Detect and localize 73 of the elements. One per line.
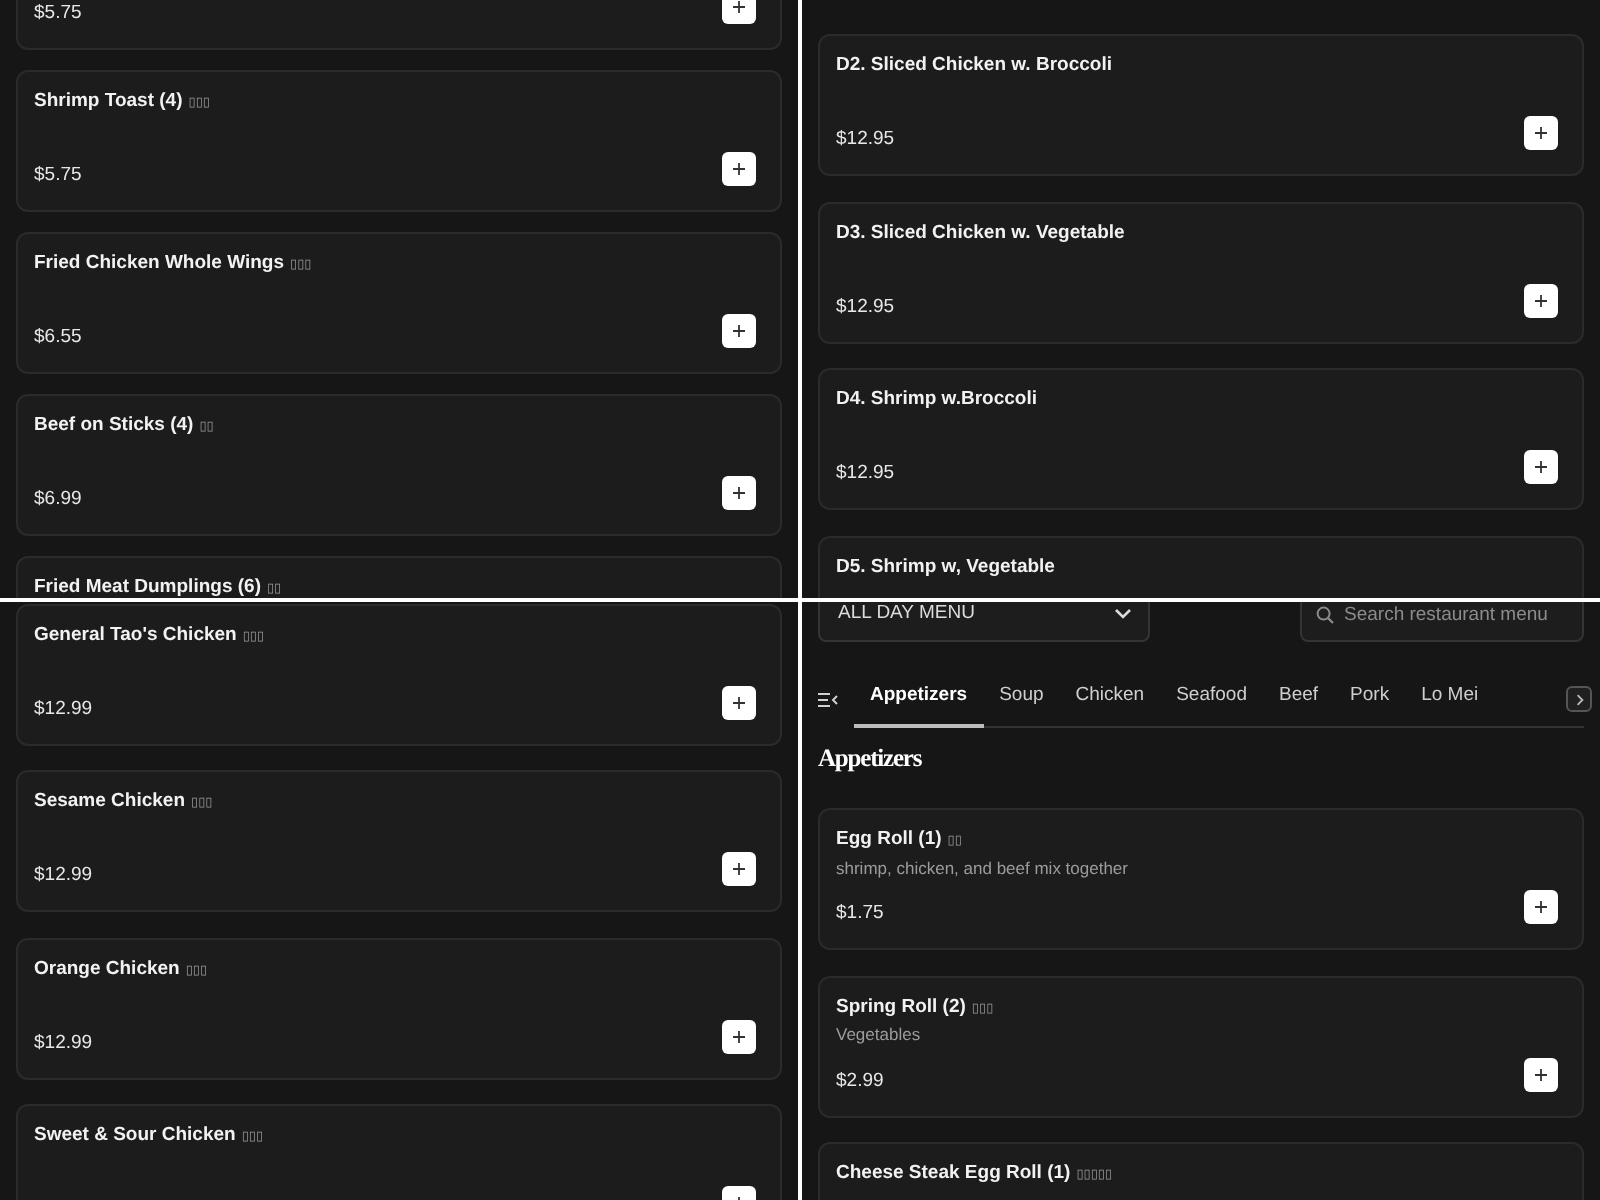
add-button[interactable] (722, 152, 756, 186)
item-name: Fried Chicken Whole Wings (34, 252, 285, 276)
plus-icon (1534, 1067, 1548, 1081)
category-tab[interactable]: Beef (1263, 670, 1335, 728)
item-name: Beef on Sticks (4) (34, 414, 194, 438)
item-price: $2.99 (836, 1069, 884, 1091)
plus-icon (732, 324, 746, 338)
item-name: Cheese Steak Egg Roll (1) (836, 1162, 1071, 1186)
chevron-down-icon (1114, 608, 1132, 620)
add-button[interactable] (722, 685, 756, 719)
item-description: Vegetables (836, 1024, 923, 1046)
menu-dropdown[interactable]: ALL DAY MENU (818, 602, 1150, 642)
section-title: Appetizers (818, 744, 924, 772)
add-button[interactable] (722, 852, 756, 886)
plus-icon (732, 486, 746, 500)
plus-icon (732, 695, 746, 709)
add-button[interactable] (1524, 116, 1558, 150)
search-icon (1316, 605, 1334, 623)
item-name: Shrimp Toast (4) (34, 90, 183, 114)
item-price: $12.95 (836, 462, 895, 484)
category-tab[interactable]: Pork (1334, 670, 1406, 728)
plus-icon (1534, 293, 1548, 307)
chevron-right-icon (1575, 693, 1583, 705)
item-name: Fried Meat Dumplings (6) (34, 576, 261, 598)
item-price: $6.99 (34, 488, 82, 510)
plus-icon (1534, 460, 1548, 474)
scroll-right-button[interactable] (1566, 686, 1592, 712)
add-button[interactable] (1524, 890, 1558, 924)
item-name: Sesame Chicken (34, 790, 186, 814)
item-price: $1.75 (836, 902, 884, 924)
item-description: shrimp, chicken, and beef mix together (836, 857, 1130, 879)
plus-icon (732, 0, 746, 14)
plus-icon (1534, 900, 1548, 914)
category-tab[interactable]: Seafood (1160, 670, 1263, 728)
add-button[interactable] (1524, 450, 1558, 484)
item-name: D2. Sliced Chicken w. Broccoli (836, 54, 1112, 78)
plus-icon (732, 162, 746, 176)
item-name: Egg Roll (1) (836, 828, 942, 852)
item-name: Orange Chicken (34, 957, 180, 981)
item-price: $12.95 (836, 295, 895, 317)
menu-item-card[interactable]: $5.75 (16, 0, 782, 50)
item-price: $12.99 (34, 1031, 93, 1053)
plus-icon (732, 1029, 746, 1043)
menu-icon[interactable] (818, 691, 838, 707)
item-price: $5.75 (34, 164, 82, 186)
add-button[interactable] (722, 314, 756, 348)
menu-item-card[interactable]: D3. Sliced Chicken w. Vegetable $12.95 (818, 201, 1584, 343)
add-button[interactable] (1524, 283, 1558, 317)
category-tab[interactable]: Lo Mei (1405, 670, 1495, 728)
item-price: $6.55 (34, 326, 82, 348)
category-tab[interactable]: Chicken (1059, 670, 1161, 728)
category-tab[interactable]: Soup (983, 670, 1060, 728)
item-price: $12.99 (34, 864, 93, 886)
item-name: D3. Sliced Chicken w. Vegetable (836, 221, 1125, 245)
item-price: $12.95 (836, 128, 895, 150)
category-tab[interactable]: Appetizers (854, 670, 984, 728)
search-field[interactable]: Search restaurant menu (1300, 602, 1584, 642)
item-price: $12.99 (34, 697, 93, 719)
item-name: D4. Shrimp w.Broccoli (836, 388, 1037, 412)
item-price: $5.75 (34, 2, 82, 24)
add-button[interactable] (722, 476, 756, 510)
item-name: General Tao's Chicken (34, 623, 237, 647)
menu-item-card[interactable]: D2. Sliced Chicken w. Broccoli $12.95 (818, 34, 1584, 176)
item-name: Spring Roll (2) (836, 995, 966, 1019)
add-button[interactable] (1524, 1057, 1558, 1091)
add-button[interactable] (722, 0, 756, 24)
plus-icon (1534, 126, 1548, 140)
item-name: Sweet & Sour Chicken (34, 1124, 236, 1148)
plus-icon (732, 862, 746, 876)
item-name: D5. Shrimp w, Vegetable (836, 555, 1055, 579)
menu-item-card[interactable]: D4. Shrimp w.Broccoli $12.95 (818, 368, 1584, 510)
menu-item-card[interactable]: D5. Shrimp w, Vegetable (818, 535, 1584, 598)
add-button[interactable] (722, 1019, 756, 1053)
